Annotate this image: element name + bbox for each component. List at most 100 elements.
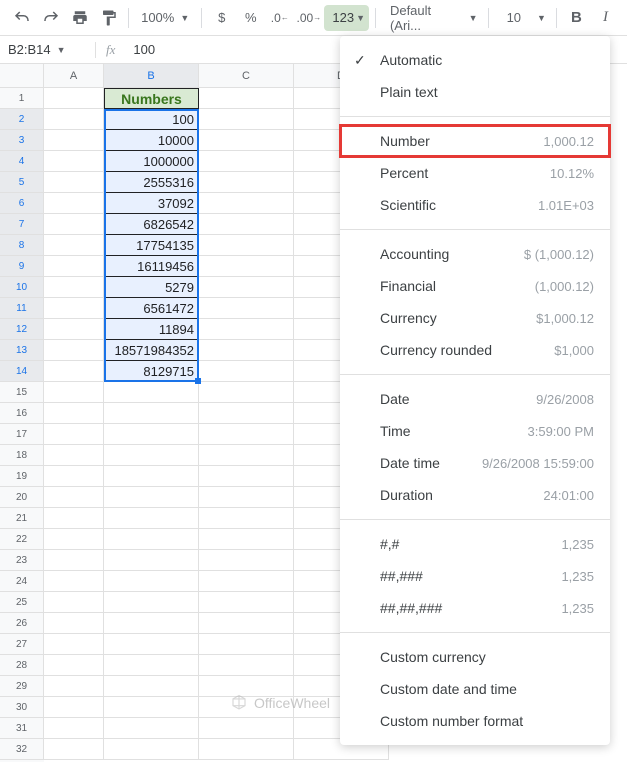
cell[interactable]: 1000000: [104, 151, 199, 172]
menu-item[interactable]: Time3:59:00 PM: [340, 415, 610, 447]
cell[interactable]: 6826542: [104, 214, 199, 235]
menu-item[interactable]: Duration24:01:00: [340, 479, 610, 511]
row-header[interactable]: 16: [0, 403, 44, 424]
cell[interactable]: 8129715: [104, 361, 199, 382]
menu-item[interactable]: ##,###1,235: [340, 560, 610, 592]
cell[interactable]: [104, 676, 199, 697]
cell[interactable]: [44, 109, 104, 130]
cell[interactable]: [104, 592, 199, 613]
row-header[interactable]: 1: [0, 88, 44, 109]
row-header[interactable]: 29: [0, 676, 44, 697]
menu-item[interactable]: ##,##,###1,235: [340, 592, 610, 624]
currency-button[interactable]: $: [208, 5, 235, 31]
menu-item[interactable]: Scientific1.01E+03: [340, 189, 610, 221]
menu-item[interactable]: Accounting$ (1,000.12): [340, 238, 610, 270]
row-header[interactable]: 14: [0, 361, 44, 382]
cell[interactable]: [199, 151, 294, 172]
cell[interactable]: [199, 340, 294, 361]
select-all-corner[interactable]: [0, 64, 44, 88]
cell[interactable]: [199, 130, 294, 151]
row-header[interactable]: 8: [0, 235, 44, 256]
row-header[interactable]: 31: [0, 718, 44, 739]
cell[interactable]: [44, 739, 104, 760]
row-header[interactable]: 21: [0, 508, 44, 529]
cell[interactable]: 100: [104, 109, 199, 130]
cell[interactable]: [104, 466, 199, 487]
cell[interactable]: [199, 214, 294, 235]
row-header[interactable]: 20: [0, 487, 44, 508]
cell[interactable]: [44, 382, 104, 403]
cell[interactable]: [44, 172, 104, 193]
cell[interactable]: [104, 508, 199, 529]
row-header[interactable]: 24: [0, 571, 44, 592]
cell[interactable]: [44, 550, 104, 571]
column-header[interactable]: C: [199, 64, 294, 88]
row-header[interactable]: 15: [0, 382, 44, 403]
cell[interactable]: [44, 403, 104, 424]
row-header[interactable]: 5: [0, 172, 44, 193]
row-header[interactable]: 10: [0, 277, 44, 298]
cell[interactable]: 37092: [104, 193, 199, 214]
bold-button[interactable]: B: [563, 5, 590, 31]
cell[interactable]: [199, 634, 294, 655]
cell[interactable]: [104, 445, 199, 466]
cell[interactable]: [44, 445, 104, 466]
name-box[interactable]: B2:B14 ▼: [0, 42, 95, 57]
column-header[interactable]: A: [44, 64, 104, 88]
cell[interactable]: [44, 529, 104, 550]
cell[interactable]: [199, 88, 294, 109]
cell[interactable]: [44, 361, 104, 382]
row-header[interactable]: 28: [0, 655, 44, 676]
cell[interactable]: [104, 487, 199, 508]
menu-item[interactable]: Custom currency: [340, 641, 610, 673]
cell[interactable]: [44, 508, 104, 529]
cell[interactable]: [104, 571, 199, 592]
cell[interactable]: 5279: [104, 277, 199, 298]
menu-item[interactable]: Currency$1,000.12: [340, 302, 610, 334]
cell[interactable]: [44, 634, 104, 655]
cell[interactable]: 2555316: [104, 172, 199, 193]
cell[interactable]: 18571984352: [104, 340, 199, 361]
menu-item[interactable]: Date time9/26/2008 15:59:00: [340, 447, 610, 479]
cell[interactable]: [199, 655, 294, 676]
menu-item[interactable]: Custom number format: [340, 705, 610, 737]
more-formats-button[interactable]: 123 ▼: [324, 5, 369, 31]
row-header[interactable]: 3: [0, 130, 44, 151]
cell[interactable]: [199, 319, 294, 340]
cell[interactable]: [44, 697, 104, 718]
cell[interactable]: [104, 424, 199, 445]
cell[interactable]: [44, 340, 104, 361]
row-header[interactable]: 23: [0, 550, 44, 571]
cell[interactable]: [44, 235, 104, 256]
cell[interactable]: [104, 382, 199, 403]
undo-button[interactable]: [8, 5, 35, 31]
cell[interactable]: [44, 655, 104, 676]
cell[interactable]: [199, 529, 294, 550]
column-header[interactable]: B: [104, 64, 199, 88]
cell[interactable]: [199, 256, 294, 277]
row-header[interactable]: 4: [0, 151, 44, 172]
menu-item[interactable]: #,#1,235: [340, 528, 610, 560]
cell[interactable]: [44, 88, 104, 109]
row-header[interactable]: 19: [0, 466, 44, 487]
cell[interactable]: [199, 277, 294, 298]
fontsize-selector[interactable]: 10 ▼: [495, 10, 550, 25]
cell[interactable]: [104, 529, 199, 550]
cell[interactable]: 16119456: [104, 256, 199, 277]
cell[interactable]: [44, 277, 104, 298]
cell[interactable]: [44, 613, 104, 634]
cell[interactable]: [104, 697, 199, 718]
cell[interactable]: [104, 613, 199, 634]
row-header[interactable]: 2: [0, 109, 44, 130]
cell[interactable]: [104, 655, 199, 676]
menu-item[interactable]: Custom date and time: [340, 673, 610, 705]
cell[interactable]: [199, 592, 294, 613]
cell[interactable]: Numbers: [104, 88, 199, 109]
row-header[interactable]: 9: [0, 256, 44, 277]
cell[interactable]: [104, 403, 199, 424]
redo-button[interactable]: [37, 5, 64, 31]
cell[interactable]: [104, 550, 199, 571]
italic-button[interactable]: I: [592, 5, 619, 31]
cell[interactable]: [44, 298, 104, 319]
row-header[interactable]: 12: [0, 319, 44, 340]
